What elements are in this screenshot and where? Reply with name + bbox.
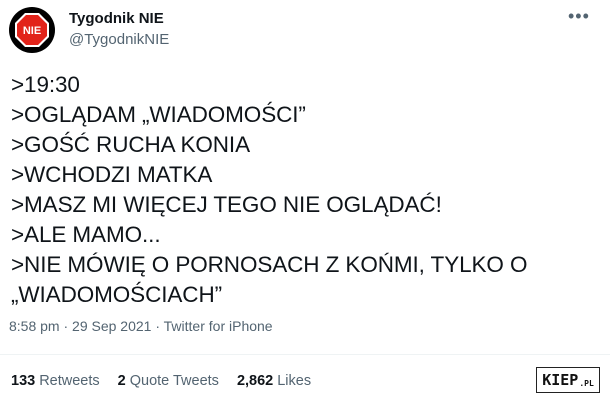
avatar-logo-text: NIE: [23, 25, 41, 37]
tweet-line: >GOŚĆ RUCHA KONIA: [11, 132, 250, 157]
tweet-line: „WIADOMOŚCIACH”: [11, 282, 222, 307]
quote-tweets-count: 2: [117, 373, 126, 389]
likes-count: 2,862: [236, 373, 274, 389]
tweet-line: >MASZ MI WIĘCEJ TEGO NIE OGLĄDAĆ!: [11, 192, 442, 217]
retweets-label: Retweets: [39, 373, 100, 389]
tweet-line: >OGLĄDAM „WIADOMOŚCI”: [11, 102, 306, 127]
watermark-suffix: .PL: [579, 378, 594, 388]
retweets-stat[interactable]: 133 Retweets: [11, 373, 100, 389]
tweet-source[interactable]: Twitter for iPhone: [164, 318, 273, 334]
tweet-line: >WCHODZI MATKA: [11, 162, 213, 187]
more-options-icon[interactable]: •••: [568, 6, 590, 27]
tweet-time[interactable]: 8:58 pm: [9, 318, 60, 334]
tweet-line: >ALE MAMO...: [11, 222, 161, 247]
meta-separator: ·: [151, 318, 164, 334]
tweet-stats: 133 Retweets 2 Quote Tweets 2,862 Likes: [11, 373, 329, 389]
retweets-count: 133: [11, 373, 36, 389]
author-handle[interactable]: @TygodnikNIE: [69, 31, 169, 48]
likes-label: Likes: [277, 373, 312, 389]
avatar[interactable]: NIE: [9, 7, 55, 53]
stop-sign-logo-icon: NIE: [15, 13, 49, 47]
divider: [0, 354, 610, 355]
meta-separator: ·: [59, 318, 73, 334]
tweet-body: >19:30 >OGLĄDAM „WIADOMOŚCI” >GOŚĆ RUCHA…: [11, 70, 601, 310]
author-display-name[interactable]: Tygodnik NIE: [69, 10, 164, 27]
tweet-line: >19:30: [11, 72, 80, 97]
tweet-date[interactable]: 29 Sep 2021: [72, 318, 151, 334]
tweet-meta: 8:58 pm · 29 Sep 2021 · Twitter for iPho…: [9, 318, 273, 334]
likes-stat[interactable]: 2,862 Likes: [237, 373, 311, 389]
quote-tweets-label: Quote Tweets: [129, 373, 219, 389]
tweet-line: >NIE MÓWIĘ O PORNOSACH Z KOŃMI, TYLKO O: [11, 252, 528, 277]
watermark-logo: KIEP .PL: [536, 367, 600, 393]
watermark-main: KIEP: [542, 371, 579, 389]
quote-tweets-stat[interactable]: 2 Quote Tweets: [118, 373, 219, 389]
